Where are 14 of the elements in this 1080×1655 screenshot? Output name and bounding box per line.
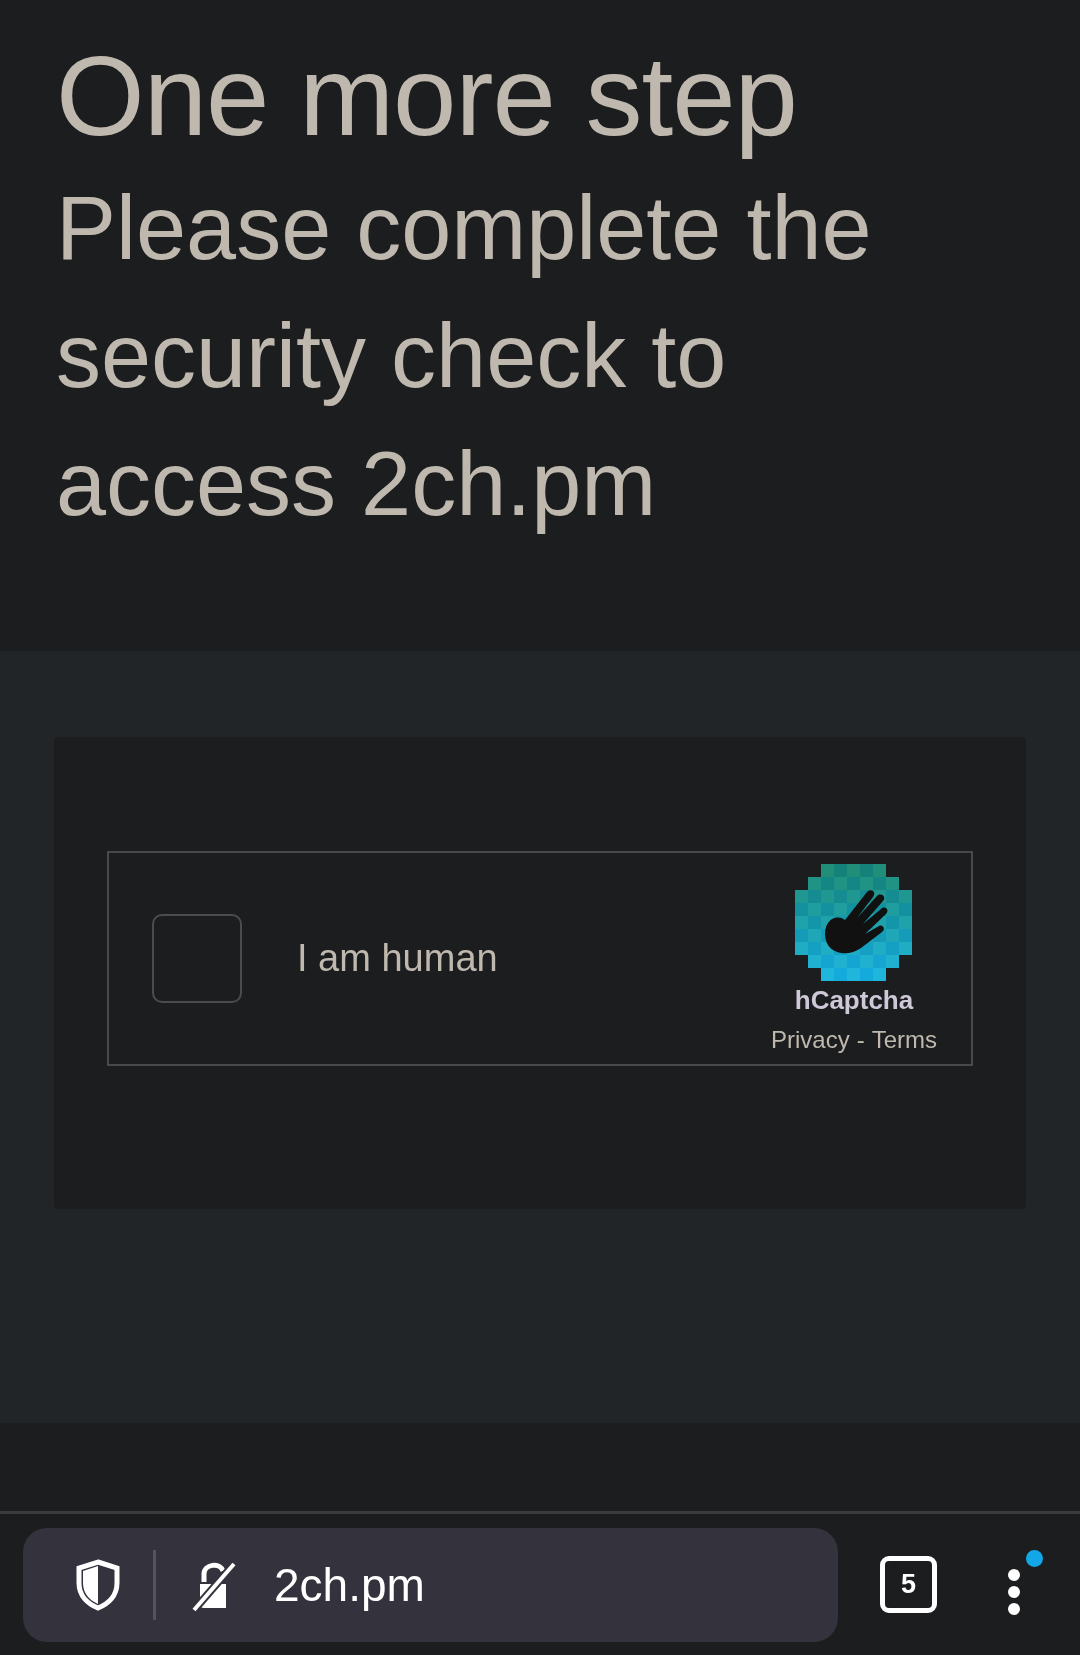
hand-logo-icon: [795, 863, 913, 981]
checkbox-label: I am human: [297, 937, 499, 980]
page-heading: One more step: [56, 31, 799, 161]
privacy-link[interactable]: Privacy: [770, 1025, 850, 1054]
checkbox[interactable]: [152, 914, 242, 1003]
link-separator: -: [856, 1025, 865, 1054]
page-subheading: Please complete the security check to access 2ch.pm: [56, 177, 873, 536]
url-text[interactable]: 2ch.pm: [274, 1557, 425, 1612]
address-bar[interactable]: 2ch.pm: [23, 1527, 838, 1642]
tab-count-button[interactable]: 5: [880, 1556, 937, 1613]
shield-icon[interactable]: [75, 1558, 121, 1611]
terms-link[interactable]: Terms: [871, 1025, 937, 1054]
brand-name: hCaptcha: [794, 984, 914, 1016]
more-icon: [1007, 1567, 1021, 1616]
